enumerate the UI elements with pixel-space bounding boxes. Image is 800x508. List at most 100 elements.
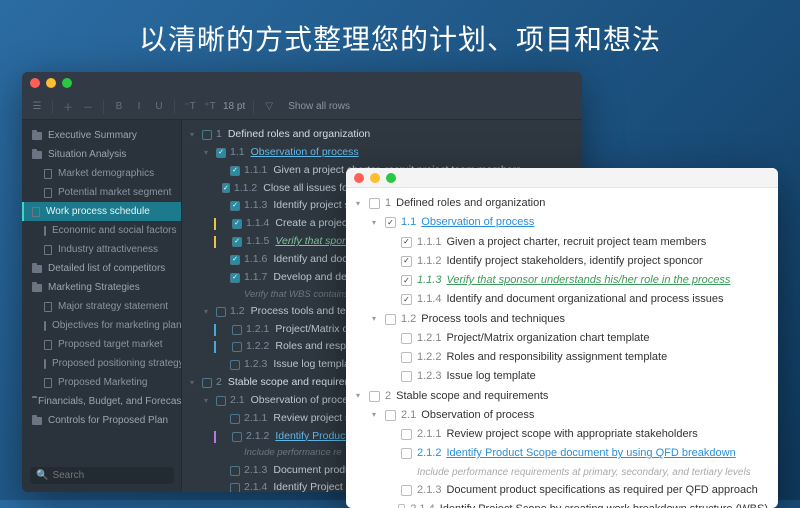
zoom-icon[interactable] bbox=[62, 78, 72, 88]
checkbox[interactable] bbox=[385, 410, 396, 421]
checkbox[interactable] bbox=[232, 237, 242, 247]
remove-row-icon[interactable]: － bbox=[81, 100, 95, 114]
outline-row[interactable]: ▾1.2Process tools and techniques bbox=[356, 310, 768, 329]
sidebar-doc[interactable]: Proposed positioning strategy bbox=[22, 354, 181, 373]
folder-icon bbox=[32, 284, 42, 292]
outline-row[interactable]: ▾1Defined roles and organization bbox=[190, 126, 574, 144]
disclosure-icon[interactable]: ▾ bbox=[372, 216, 380, 230]
sidebar-folder[interactable]: Financials, Budget, and Forecasts bbox=[22, 392, 181, 411]
outline-row[interactable]: 2.1.2Identify Product Scope document by … bbox=[356, 444, 768, 463]
checkbox[interactable] bbox=[216, 148, 226, 158]
checkbox[interactable] bbox=[401, 256, 412, 267]
sidebar-doc[interactable]: Proposed Marketing bbox=[22, 373, 181, 392]
outline-row[interactable]: 1.2.3Issue log template bbox=[356, 367, 768, 386]
sidebar-doc[interactable]: Major strategy statement bbox=[22, 297, 181, 316]
checkbox[interactable] bbox=[202, 130, 212, 140]
sidebar-doc[interactable]: Market demographics bbox=[22, 164, 181, 183]
search-box[interactable]: 🔍 bbox=[30, 467, 174, 484]
outline-row[interactable]: 1.1.3Verify that sponsor understands his… bbox=[356, 271, 768, 290]
sidebar-folder[interactable]: Controls for Proposed Plan bbox=[22, 411, 181, 430]
disclosure-icon[interactable]: ▾ bbox=[190, 128, 198, 142]
checkbox[interactable] bbox=[401, 333, 412, 344]
checkbox[interactable] bbox=[401, 352, 412, 363]
outline-row[interactable]: ▾2.1Observation of process bbox=[356, 406, 768, 425]
outline-row[interactable]: 1.1.4Identify and document organizationa… bbox=[356, 290, 768, 309]
checkbox[interactable] bbox=[232, 325, 242, 335]
minimize-icon[interactable] bbox=[370, 173, 380, 183]
checkbox[interactable] bbox=[232, 219, 242, 229]
sidebar-doc[interactable]: Proposed target market bbox=[22, 335, 181, 354]
checkbox[interactable] bbox=[369, 391, 380, 402]
add-row-icon[interactable]: ＋ bbox=[61, 100, 75, 114]
checkbox[interactable] bbox=[216, 396, 226, 406]
close-icon[interactable] bbox=[30, 78, 40, 88]
checkbox[interactable] bbox=[401, 275, 412, 286]
checkbox[interactable] bbox=[216, 307, 226, 317]
sidebar-doc[interactable]: Work process schedule bbox=[22, 202, 181, 221]
sidebar-doc[interactable]: Economic and social factors bbox=[22, 221, 181, 240]
checkbox[interactable] bbox=[401, 294, 412, 305]
search-input[interactable] bbox=[52, 470, 168, 481]
sidebar-folder[interactable]: Situation Analysis bbox=[22, 145, 181, 164]
checkbox[interactable] bbox=[230, 201, 240, 211]
text-smaller-icon[interactable]: ⁻T bbox=[183, 100, 197, 114]
disclosure-icon[interactable]: ▾ bbox=[372, 408, 380, 422]
sidebar-doc[interactable]: Potential market segment bbox=[22, 183, 181, 202]
outline-row[interactable]: 1.1.1Given a project charter, recruit pr… bbox=[356, 233, 768, 252]
outline-row[interactable]: 1.2.1Project/Matrix organization chart t… bbox=[356, 329, 768, 348]
checkbox[interactable] bbox=[401, 485, 412, 496]
checkbox[interactable] bbox=[385, 314, 396, 325]
outline-row[interactable]: Include performance requirements at prim… bbox=[356, 464, 768, 482]
disclosure-icon[interactable]: ▾ bbox=[204, 146, 212, 160]
sidebar-item-label: Economic and social factors bbox=[52, 225, 177, 236]
outline-row[interactable]: ▾1.1Observation of process bbox=[356, 213, 768, 232]
checkbox[interactable] bbox=[398, 504, 405, 508]
checkbox[interactable] bbox=[230, 483, 240, 492]
filter-icon[interactable]: ▽ bbox=[262, 100, 276, 114]
sidebar-doc[interactable]: Industry attractiveness bbox=[22, 240, 181, 259]
minimize-icon[interactable] bbox=[46, 78, 56, 88]
disclosure-icon[interactable]: ▾ bbox=[204, 394, 212, 408]
checkbox[interactable] bbox=[230, 166, 240, 176]
checkbox[interactable] bbox=[230, 414, 240, 424]
italic-icon[interactable]: I bbox=[132, 100, 146, 114]
disclosure-icon[interactable]: ▾ bbox=[204, 305, 212, 319]
checkbox[interactable] bbox=[230, 273, 240, 283]
checkbox[interactable] bbox=[222, 183, 230, 193]
outline-row[interactable]: ▾2Stable scope and requirements bbox=[356, 387, 768, 406]
outline-row[interactable]: ▾1Defined roles and organization bbox=[356, 194, 768, 213]
checkbox[interactable] bbox=[230, 255, 240, 265]
bold-icon[interactable]: B bbox=[112, 100, 126, 114]
zoom-icon[interactable] bbox=[386, 173, 396, 183]
sidebar-folder[interactable]: Detailed list of competitors bbox=[22, 259, 181, 278]
checkbox[interactable] bbox=[401, 237, 412, 248]
checkbox[interactable] bbox=[401, 371, 412, 382]
checkbox[interactable] bbox=[385, 217, 396, 228]
outline-row[interactable]: 2.1.3Document product specifications as … bbox=[356, 481, 768, 500]
checkbox[interactable] bbox=[401, 448, 412, 459]
checkbox[interactable] bbox=[232, 432, 242, 442]
checkbox[interactable] bbox=[369, 198, 380, 209]
underline-icon[interactable]: U bbox=[152, 100, 166, 114]
sidebar-toggle-icon[interactable]: ☰ bbox=[30, 100, 44, 114]
disclosure-icon[interactable]: ▾ bbox=[372, 312, 380, 326]
show-rows-dropdown[interactable]: Show all rows bbox=[282, 99, 356, 114]
checkbox[interactable] bbox=[401, 429, 412, 440]
text-bigger-icon[interactable]: ⁺T bbox=[203, 100, 217, 114]
outline-row[interactable]: ▾1.1Observation of process bbox=[190, 144, 574, 162]
disclosure-icon[interactable]: ▾ bbox=[356, 197, 364, 211]
disclosure-icon[interactable]: ▾ bbox=[190, 376, 198, 390]
checkbox[interactable] bbox=[202, 378, 212, 388]
checkbox[interactable] bbox=[232, 342, 242, 352]
sidebar-folder[interactable]: Executive Summary bbox=[22, 126, 181, 145]
outline-row[interactable]: 1.2.2Roles and responsibility assignment… bbox=[356, 348, 768, 367]
disclosure-icon[interactable]: ▾ bbox=[356, 389, 364, 403]
sidebar-folder[interactable]: Marketing Strategies bbox=[22, 278, 181, 297]
sidebar-doc[interactable]: Objectives for marketing plan bbox=[22, 316, 181, 335]
checkbox[interactable] bbox=[230, 466, 240, 476]
outline-row[interactable]: 2.1.1Review project scope with appropria… bbox=[356, 425, 768, 444]
checkbox[interactable] bbox=[230, 360, 240, 370]
outline-row[interactable]: 2.1.4Identify Project Scope by creating … bbox=[356, 500, 768, 508]
outline-row[interactable]: 1.1.2Identify project stakeholders, iden… bbox=[356, 252, 768, 271]
close-icon[interactable] bbox=[354, 173, 364, 183]
